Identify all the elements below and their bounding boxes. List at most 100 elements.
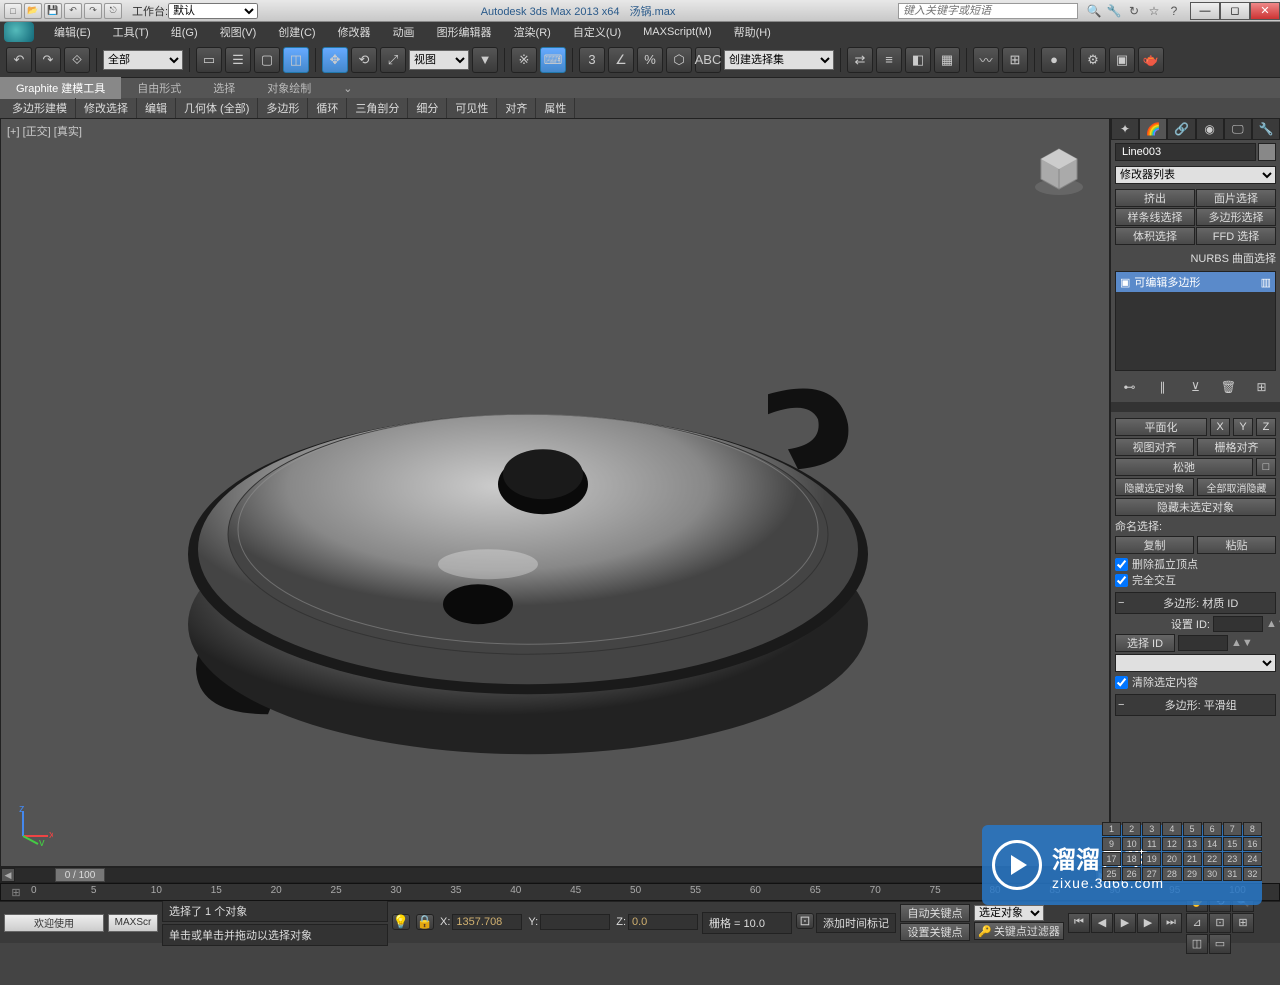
key-filters-button[interactable]: 🔑关键点过滤器 [974,922,1064,940]
smooth-group-cell[interactable]: 18 [1122,852,1141,866]
select-scale-icon[interactable]: ⤢ [380,47,406,73]
smooth-group-cell[interactable]: 24 [1243,852,1262,866]
axis-z-button[interactable]: Z [1256,418,1276,436]
scroll-left-icon[interactable]: ◀ [1,868,15,882]
binoculars-icon[interactable]: 🔍 [1086,3,1102,19]
sel-btn-ffd[interactable]: FFD 选择 [1196,227,1276,245]
smooth-group-cell[interactable]: 26 [1122,867,1141,881]
isolate-icon[interactable]: ⊡ [796,913,814,929]
smooth-group-cell[interactable]: 12 [1162,837,1181,851]
smooth-group-cell[interactable]: 4 [1162,822,1181,836]
manipulate-icon[interactable]: ※ [511,47,537,73]
goto-end-icon[interactable]: ⏭ [1160,913,1182,933]
modifier-list-dropdown[interactable]: 修改器列表 [1115,166,1276,184]
app-logo-icon[interactable] [4,22,34,42]
ref-coord-dropdown[interactable]: 视图 [409,50,469,70]
align-icon[interactable]: ≡ [876,47,902,73]
show-end-result-icon[interactable]: ∥ [1154,378,1172,396]
lock-selection-icon[interactable]: 💡 [392,914,410,930]
window-crossing-icon[interactable]: ◫ [283,47,309,73]
smooth-group-cell[interactable]: 2 [1122,822,1141,836]
ribbon-tab-selection[interactable]: 选择 [197,77,251,99]
ribbon-sub-geometry[interactable]: 几何体 (全部) [176,98,258,118]
redo-icon[interactable]: ↷ [35,47,61,73]
cmd-tab-hierarchy-icon[interactable]: 🔗 [1167,118,1195,140]
material-editor-icon[interactable]: ● [1041,47,1067,73]
percent-snap-icon[interactable]: % [637,47,663,73]
ribbon-sub-properties[interactable]: 属性 [536,98,575,118]
smooth-group-cell[interactable]: 10 [1122,837,1141,851]
cmd-tab-modify-icon[interactable]: 🌈 [1139,118,1167,140]
ribbon-sub-polymodel[interactable]: 多边形建模 [4,98,76,118]
prev-frame-icon[interactable]: ◀ [1091,913,1113,933]
qat-link-icon[interactable]: ⎋ [104,3,122,19]
z-coord-input[interactable] [628,914,698,930]
select-rotate-icon[interactable]: ⟲ [351,47,377,73]
ribbon-tab-paint[interactable]: 对象绘制 [251,77,327,99]
select-region-icon[interactable]: ▢ [254,47,280,73]
ribbon-tab-freeform[interactable]: 自由形式 [121,77,197,99]
auto-key-button[interactable]: 自动关键点 [900,904,970,922]
graphite-icon[interactable]: ▦ [934,47,960,73]
relax-button[interactable]: 松弛 [1115,458,1253,476]
menu-group[interactable]: 组(G) [161,22,208,42]
unhide-all-button[interactable]: 全部取消隐藏 [1197,478,1276,496]
select-object-icon[interactable]: ▭ [196,47,222,73]
link-icon[interactable]: ⟐ [64,47,90,73]
smooth-group-cell[interactable]: 21 [1183,852,1202,866]
make-unique-icon[interactable]: ⊻ [1187,378,1205,396]
help-icon[interactable]: ? [1166,3,1182,19]
menu-views[interactable]: 视图(V) [210,22,267,42]
hide-unselected-button[interactable]: 隐藏未选定对象 [1115,498,1276,516]
axis-y-button[interactable]: Y [1233,418,1253,436]
smooth-group-cell[interactable]: 14 [1203,837,1222,851]
viewcube-icon[interactable] [1029,139,1089,199]
ribbon-sub-subdiv[interactable]: 细分 [408,98,447,118]
menu-edit[interactable]: 编辑(E) [44,22,101,42]
rendered-frame-icon[interactable]: ▣ [1109,47,1135,73]
sync-icon[interactable]: ↻ [1126,3,1142,19]
keyboard-shortcut-icon[interactable]: ⌨ [540,47,566,73]
ribbon-sub-tris[interactable]: 三角剖分 [347,98,408,118]
menu-graph-editors[interactable]: 图形编辑器 [427,22,502,42]
smooth-group-cell[interactable]: 23 [1223,852,1242,866]
ribbon-sub-loops[interactable]: 循环 [308,98,347,118]
workspace-dropdown[interactable]: 默认 [168,3,258,19]
smooth-group-cell[interactable]: 1 [1102,822,1121,836]
copy-sel-button[interactable]: 复制 [1115,536,1194,554]
smooth-group-cell[interactable]: 16 [1243,837,1262,851]
object-color-swatch[interactable] [1258,143,1276,161]
minimize-button[interactable]: — [1190,2,1220,20]
scroll-track[interactable]: 0 / 100 [15,868,1095,882]
menu-help[interactable]: 帮助(H) [724,22,781,42]
selection-filter-dropdown[interactable]: 全部 [103,50,183,70]
mirror-icon[interactable]: ⇄ [847,47,873,73]
smooth-group-cell[interactable]: 17 [1102,852,1121,866]
smooth-group-cell[interactable]: 8 [1243,822,1262,836]
next-frame-icon[interactable]: ▶ [1137,913,1159,933]
smooth-group-cell[interactable]: 25 [1102,867,1121,881]
goto-start-icon[interactable]: ⏮ [1068,913,1090,933]
ribbon-sub-modify-sel[interactable]: 修改选择 [76,98,137,118]
menu-tools[interactable]: 工具(T) [103,22,159,42]
key-mode-dropdown[interactable]: 选定对象 [974,905,1044,921]
material-name-dropdown[interactable] [1115,654,1276,672]
cmd-tab-utilities-icon[interactable]: 🔧 [1252,118,1280,140]
add-time-tag-button[interactable]: 添加时间标记 [816,913,896,933]
delete-iso-checkbox[interactable]: 删除孤立顶点 [1115,556,1276,572]
menu-animation[interactable]: 动画 [383,22,425,42]
planarize-button[interactable]: 平面化 [1115,418,1207,436]
viewport[interactable]: [+] [正交] [真实] x z y [0,118,1110,867]
hide-selected-button[interactable]: 隐藏选定对象 [1115,478,1194,496]
smooth-group-cell[interactable]: 28 [1162,867,1181,881]
menu-maxscript[interactable]: MAXScript(M) [633,24,721,40]
ribbon-sub-visibility[interactable]: 可见性 [447,98,497,118]
axis-x-button[interactable]: X [1210,418,1230,436]
set-key-button[interactable]: 设置关键点 [900,923,970,941]
smooth-group-cell[interactable]: 3 [1142,822,1161,836]
pin-stack-icon[interactable]: ⊷ [1121,378,1139,396]
cmd-tab-create-icon[interactable]: ✦ [1111,118,1139,140]
configure-sets-icon[interactable]: ⊞ [1253,378,1271,396]
smooth-group-cell[interactable]: 20 [1162,852,1181,866]
region-zoom-icon[interactable]: ▭ [1209,934,1231,954]
